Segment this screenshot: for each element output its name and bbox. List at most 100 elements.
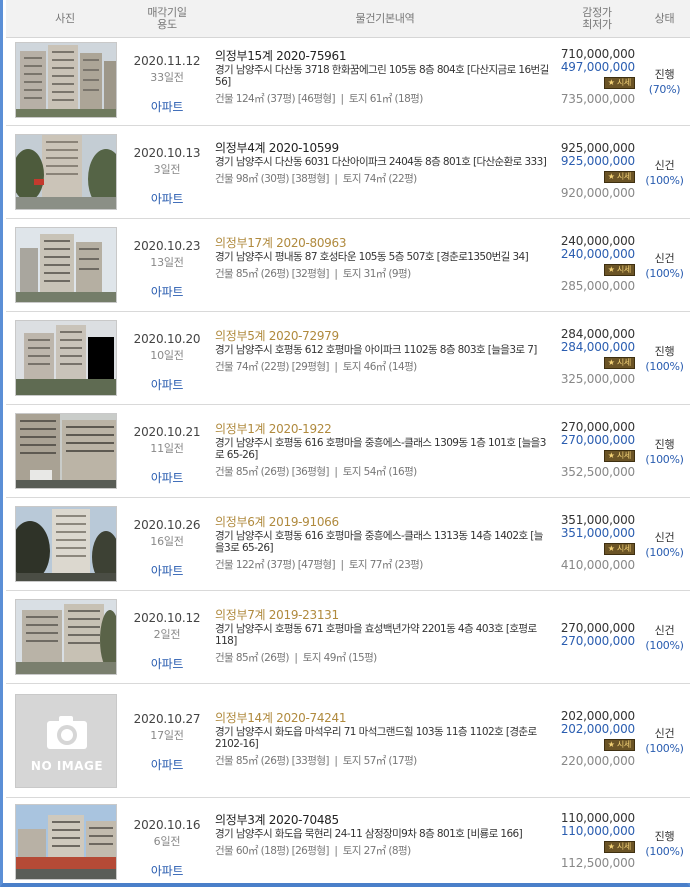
days-left: 2일전 — [153, 628, 181, 641]
days-left: 13일전 — [150, 256, 184, 269]
case-number-link[interactable]: 의정부6계 2019-91066 — [215, 516, 549, 529]
status-percent: (70%) — [648, 83, 681, 96]
property-photo[interactable] — [15, 227, 117, 303]
minimum-price: 497,000,000 — [560, 60, 635, 74]
sale-date: 2020.10.26 — [133, 518, 201, 532]
market-price-badge[interactable]: ★ 시세 — [603, 357, 635, 369]
table-row[interactable]: 2020.11.12 33일전 아파트 의정부15계 2020-75961 경기… — [6, 38, 690, 126]
minimum-price: 270,000,000 — [560, 433, 635, 447]
property-photo[interactable]: NO IMAGE — [15, 694, 117, 788]
building-area: 건물 60㎡ (18평) [26평형] — [215, 845, 329, 857]
market-price-badge[interactable]: ★ 시세 — [603, 77, 635, 89]
usage-link[interactable]: 아파트 — [124, 283, 210, 300]
market-price: 352,500,000 — [560, 465, 635, 479]
market-price-badge[interactable]: ★ 시세 — [603, 543, 635, 555]
table-row[interactable]: 2020.10.26 16일전 아파트 의정부6계 2019-91066 경기 … — [6, 498, 690, 591]
status-percent: (100%) — [645, 360, 684, 373]
property-photo[interactable] — [15, 506, 117, 582]
property-photo[interactable] — [15, 134, 117, 210]
days-left: 33일전 — [150, 71, 184, 84]
usage-link[interactable]: 아파트 — [124, 190, 210, 207]
market-price-badge[interactable]: ★ 시세 — [603, 739, 635, 751]
apartment-photo-icon — [16, 805, 116, 879]
area-info: 건물 74㎡ (22평) [29평형] | 토지 46㎡ (14평) — [215, 361, 417, 373]
case-number-link[interactable]: 의정부4계 2020-10599 — [215, 142, 549, 155]
case-number-link[interactable]: 의정부3계 2020-70485 — [215, 814, 549, 827]
header-minimum: 최저가 — [582, 18, 612, 31]
usage-link[interactable]: 아파트 — [124, 862, 210, 879]
status-label: 진행 — [654, 438, 675, 451]
table-row[interactable]: 2020.10.20 10일전 아파트 의정부5계 2020-72979 경기 … — [6, 312, 690, 405]
usage-link[interactable]: 아파트 — [124, 376, 210, 393]
status-percent: (100%) — [645, 267, 684, 280]
table-row[interactable]: 2020.10.16 6일전 아파트 의정부3계 2020-70485 경기 남… — [6, 798, 690, 883]
status-percent: (100%) — [645, 845, 684, 858]
case-number-link[interactable]: 의정부15계 2020-75961 — [215, 50, 549, 63]
land-area: 토지 77㎡ (23평) — [348, 559, 423, 571]
address: 경기 남양주시 호평동 671 호평마을 효성백년가약 2201동 4층 403… — [215, 623, 537, 647]
status-label: 진행 — [654, 345, 675, 358]
table-row[interactable]: 2020.10.21 11일전 아파트 의정부1계 2020-1922 경기 남… — [6, 405, 690, 498]
case-number-link[interactable]: 의정부17계 2020-80963 — [215, 237, 549, 250]
apartment-photo-icon — [16, 414, 116, 488]
market-price-badge[interactable]: ★ 시세 — [603, 450, 635, 462]
address: 경기 남양주시 화도읍 묵현리 24-11 삼정장미9차 8층 801호 [비룡… — [215, 828, 523, 840]
case-number-link[interactable]: 의정부1계 2020-1922 — [215, 423, 549, 436]
minimum-price: 284,000,000 — [560, 340, 635, 354]
property-photo[interactable] — [15, 320, 117, 396]
market-price: 220,000,000 — [560, 754, 635, 768]
status-percent: (100%) — [645, 742, 684, 755]
property-photo[interactable] — [15, 599, 117, 675]
property-photo[interactable] — [15, 804, 117, 880]
header-date-usage: 매각기일 용도 — [124, 7, 210, 31]
no-image-label: NO IMAGE — [30, 759, 104, 773]
table-row[interactable]: 2020.10.13 3일전 아파트 의정부4계 2020-10599 경기 남… — [6, 126, 690, 219]
area-info: 건물 85㎡ (26평) [33평형] | 토지 57㎡ (17평) — [215, 755, 417, 767]
minimum-price: 351,000,000 — [560, 526, 635, 540]
market-price: 112,500,000 — [560, 856, 635, 870]
area-info: 건물 85㎡ (26평) | 토지 49㎡ (15평) — [215, 652, 377, 664]
table-row[interactable]: NO IMAGE 2020.10.27 17일전 아파트 의정부14계 2020… — [6, 684, 690, 798]
area-info: 건물 60㎡ (18평) [26평형] | 토지 27㎡ (8평) — [215, 845, 411, 857]
usage-link[interactable]: 아파트 — [124, 469, 210, 486]
case-number-link[interactable]: 의정부7계 2019-23131 — [215, 609, 549, 622]
case-number-link[interactable]: 의정부14계 2020-74241 — [215, 712, 549, 725]
sale-date: 2020.10.21 — [133, 425, 201, 439]
case-number-link[interactable]: 의정부5계 2020-72979 — [215, 330, 549, 343]
building-area: 건물 85㎡ (26평) — [215, 652, 289, 664]
usage-link[interactable]: 아파트 — [124, 562, 210, 579]
status-percent: (100%) — [645, 546, 684, 559]
status-label: 신건 — [654, 531, 675, 544]
market-price: 410,000,000 — [560, 558, 635, 572]
table-row[interactable]: 2020.10.12 2일전 아파트 의정부7계 2019-23131 경기 남… — [6, 591, 690, 684]
usage-link[interactable]: 아파트 — [124, 756, 210, 773]
status-label: 신건 — [654, 624, 675, 637]
sale-date: 2020.10.13 — [133, 146, 201, 160]
property-photo[interactable] — [15, 42, 117, 118]
market-price-badge[interactable]: ★ 시세 — [603, 841, 635, 853]
table-header: 사진 매각기일 용도 물건기본내역 감정가 최저가 상태 — [6, 0, 690, 38]
market-price-badge[interactable]: ★ 시세 — [603, 264, 635, 276]
usage-link[interactable]: 아파트 — [124, 655, 210, 672]
market-price: 920,000,000 — [560, 186, 635, 200]
usage-link[interactable]: 아파트 — [124, 98, 210, 115]
status-label: 진행 — [654, 68, 675, 81]
status-percent: (100%) — [645, 453, 684, 466]
land-area: 토지 54㎡ (16평) — [342, 466, 417, 478]
land-area: 토지 31㎡ (9평) — [342, 268, 411, 280]
minimum-price: 925,000,000 — [560, 154, 635, 168]
status-label: 신건 — [654, 159, 675, 172]
land-area: 토지 27㎡ (8평) — [342, 845, 411, 857]
market-price: 735,000,000 — [560, 92, 635, 106]
minimum-price: 110,000,000 — [560, 824, 635, 838]
apartment-photo-icon — [16, 321, 116, 395]
market-price-badge[interactable]: ★ 시세 — [603, 171, 635, 183]
address: 경기 남양주시 평내동 87 호성타운 105동 5층 507호 [경춘로135… — [215, 251, 529, 263]
days-left: 3일전 — [153, 163, 181, 176]
camera-icon — [16, 695, 116, 787]
building-area: 건물 124㎡ (37평) [46평형] — [215, 93, 336, 105]
table-row[interactable]: 2020.10.23 13일전 아파트 의정부17계 2020-80963 경기… — [6, 219, 690, 312]
days-left: 6일전 — [153, 835, 181, 848]
property-photo[interactable] — [15, 413, 117, 489]
building-area: 건물 98㎡ (30평) [38평형] — [215, 173, 329, 185]
